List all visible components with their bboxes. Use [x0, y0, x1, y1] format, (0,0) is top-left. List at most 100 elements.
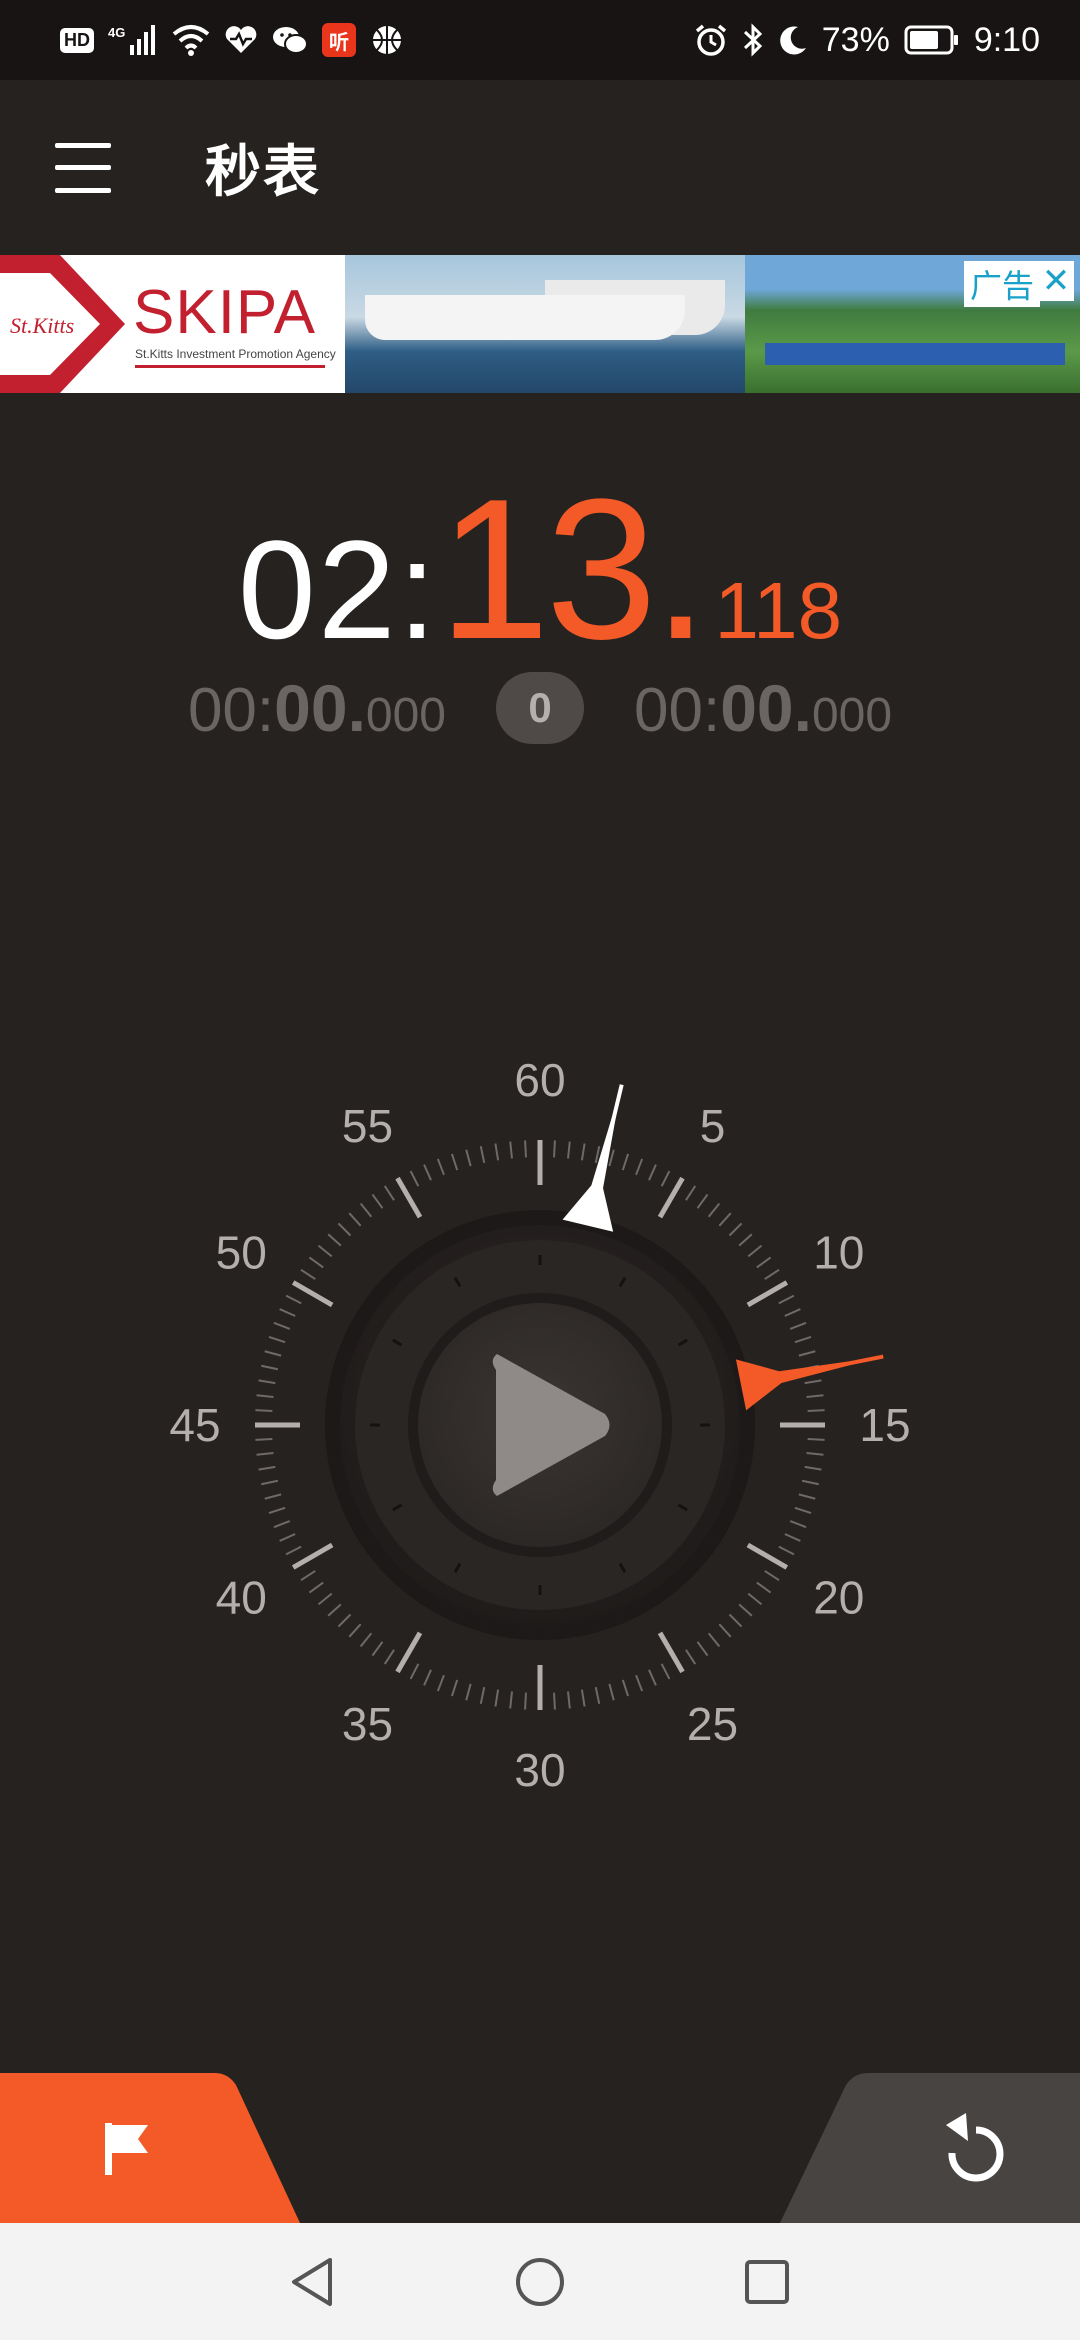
dial-minor-tick [789, 1321, 807, 1330]
dial-minor-tick [450, 1679, 459, 1697]
nav-recents-button[interactable] [727, 2242, 807, 2322]
lap-row: 00: 00. 000 0 00: 00. 000 [0, 670, 1080, 746]
dial-label: 50 [216, 1227, 267, 1279]
dial-label: 25 [687, 1698, 738, 1750]
dial-minor-tick [264, 1493, 282, 1500]
reset-button[interactable] [780, 2073, 1080, 2223]
recents-square-icon [744, 2259, 789, 2304]
dial-minor-tick [479, 1686, 486, 1704]
total-lap-time: 00: 00. 000 [634, 670, 892, 746]
dial-minor-tick [465, 1683, 472, 1701]
dial-minor-tick [553, 1140, 556, 1158]
dial-minor-tick [524, 1692, 527, 1710]
page-title: 秒表 [205, 140, 321, 205]
dial-minor-tick [479, 1146, 486, 1164]
ad-banner[interactable]: St.Kitts SKIPA St.Kitts Investment Promo… [0, 255, 1080, 393]
dial-minor-tick [764, 1268, 780, 1280]
dial-minor-tick [285, 1294, 302, 1305]
clock-time: 9:10 [973, 20, 1040, 59]
ad-brand-text: SKIPA [133, 278, 317, 347]
lap-button[interactable] [0, 2073, 300, 2223]
dial-minor-tick [660, 1663, 671, 1680]
dial-minor-tick [567, 1141, 571, 1159]
dial-minor-tick [261, 1479, 279, 1486]
dial-minor-tick [359, 1202, 373, 1218]
total-milliseconds: 000 [811, 689, 893, 742]
dial-minor-tick [784, 1308, 801, 1317]
total-minutes: 00: [634, 676, 721, 745]
dial-minor-tick [580, 1143, 586, 1161]
dial-minor-tick [255, 1409, 273, 1412]
hand-shape [562, 1084, 622, 1232]
dial-minor-tick [327, 1603, 342, 1617]
dial-label: 60 [514, 1054, 565, 1106]
dial-minor-tick [258, 1379, 276, 1385]
bottom-controls [0, 2073, 1080, 2223]
dial-minor-tick [567, 1691, 571, 1709]
dial-minor-tick [285, 1545, 302, 1556]
dial-minor-tick [409, 1663, 420, 1680]
dial-minor-tick [371, 1193, 384, 1209]
dial-minor-tick [608, 1683, 615, 1701]
dial-minor-tick [747, 1592, 763, 1606]
dial-label: 35 [342, 1698, 393, 1750]
dial-label: 30 [514, 1744, 565, 1796]
dial-minor-tick [494, 1143, 500, 1161]
dial-minor-tick [524, 1140, 527, 1158]
dial-minor-tick [359, 1632, 373, 1648]
dial-minor-tick [728, 1613, 743, 1628]
total-seconds: 00. [720, 671, 812, 745]
dial-minor-tick [648, 1164, 657, 1181]
dial-minor-tick [794, 1506, 812, 1515]
dial-minor-tick [798, 1350, 816, 1357]
dial-minor-tick [685, 1649, 697, 1665]
dial-minor-tick [696, 1641, 709, 1657]
nav-home-button[interactable] [500, 2242, 580, 2322]
hand-needle [595, 1084, 624, 1188]
menu-icon[interactable] [55, 142, 115, 193]
lap-seconds: 00. [274, 671, 366, 745]
dial-minor-tick [268, 1506, 286, 1515]
dial-minor-tick [256, 1452, 274, 1456]
status-bar: HD 4G 听 73% 9:10 [0, 0, 1080, 80]
ad-close-icon[interactable]: ✕ [1038, 261, 1074, 301]
dial-minor-tick [807, 1409, 825, 1412]
dial-label: 45 [169, 1399, 220, 1451]
dial-minor-tick [778, 1545, 795, 1556]
ad-label: 广告 [963, 261, 1040, 307]
dial-minor-tick [273, 1321, 291, 1330]
dial-label: 55 [342, 1100, 393, 1152]
dial-minor-tick [747, 1244, 763, 1258]
elapsed-minutes: 02: [237, 511, 439, 668]
nav-back-button[interactable] [273, 2242, 353, 2322]
stkitts-logo-icon: St.Kitts [0, 255, 125, 393]
elapsed-milliseconds: 118 [714, 566, 843, 655]
dial-minor-tick [436, 1158, 445, 1176]
dial-label: 40 [216, 1572, 267, 1624]
dial-minor-tick [660, 1170, 671, 1187]
dial-minor-tick [648, 1669, 657, 1686]
dial-minor-tick [756, 1256, 772, 1269]
dial-minor-tick [327, 1233, 342, 1247]
dial-minor-tick [348, 1212, 362, 1227]
dial-minor-tick [300, 1268, 316, 1280]
dial-label: 5 [700, 1100, 726, 1152]
dial-minor-tick [261, 1364, 279, 1371]
dial-minor-tick [718, 1212, 732, 1227]
ad-logo-panel: St.Kitts SKIPA St.Kitts Investment Promo… [0, 255, 345, 393]
dial-minor-tick [317, 1244, 333, 1258]
dial-minor-tick [798, 1493, 816, 1500]
dial-graphic: 60 5 10 15 20 25 30 35 40 45 50 55 [169, 1054, 910, 1796]
dial-minor-tick [594, 1146, 601, 1164]
dial-minor-tick [371, 1641, 384, 1657]
dial-label: 20 [813, 1572, 864, 1624]
dial-minor-tick [685, 1185, 697, 1201]
dial-minor-tick [509, 1691, 513, 1709]
dial-minor-tick [308, 1256, 324, 1269]
dial-minor-tick [608, 1149, 615, 1167]
battery-icon [904, 25, 960, 55]
hd-icon: HD [60, 27, 94, 53]
dial-minor-tick [258, 1465, 276, 1471]
dial-minor-tick [756, 1581, 772, 1594]
dial-minor-tick [256, 1394, 274, 1398]
